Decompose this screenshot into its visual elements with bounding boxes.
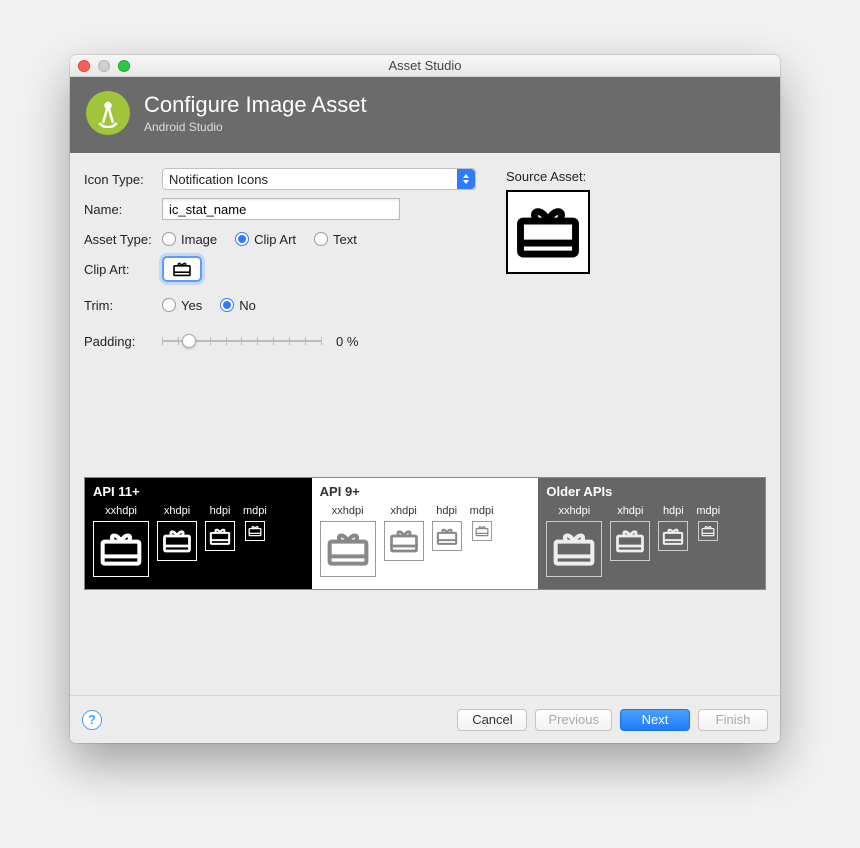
trim-no-radio[interactable]: No — [220, 298, 256, 313]
asset-type-image-radio[interactable]: Image — [162, 232, 217, 247]
icon-type-label: Icon Type: — [84, 172, 162, 187]
source-asset-label: Source Asset: — [506, 169, 766, 184]
preview-icon-box — [245, 521, 265, 541]
size-label: mdpi — [696, 505, 720, 517]
preview-icon-box — [432, 521, 462, 551]
finish-button[interactable]: Finish — [698, 709, 768, 731]
trim-label: Trim: — [84, 298, 162, 313]
radio-label: Clip Art — [254, 232, 296, 247]
panel-title: API 11+ — [93, 484, 304, 499]
asset-type-label: Asset Type: — [84, 232, 162, 247]
window-title: Asset Studio — [70, 58, 780, 73]
clipart-picker-button[interactable] — [162, 256, 202, 282]
preview-icon-box — [546, 521, 602, 577]
preview-icon-box — [472, 521, 492, 541]
asset-type-clipart-radio[interactable]: Clip Art — [235, 232, 296, 247]
preview-icon-box — [658, 521, 688, 551]
gift-icon — [515, 203, 581, 261]
select-arrows-icon — [457, 169, 475, 189]
gift-icon — [172, 261, 192, 277]
size-label: hdpi — [658, 505, 688, 517]
size-label: mdpi — [470, 505, 494, 517]
cancel-button[interactable]: Cancel — [457, 709, 527, 731]
preview-icon-box — [93, 521, 149, 577]
previous-button[interactable]: Previous — [535, 709, 612, 731]
dialog-window: Asset Studio Configure Image Asset Andro… — [70, 55, 780, 743]
dialog-header: Configure Image Asset Android Studio — [70, 77, 780, 153]
size-label: mdpi — [243, 505, 267, 517]
preview-icon-box — [157, 521, 197, 561]
clipart-label: Clip Art: — [84, 262, 162, 277]
preview-panel-older: Older APIs xxhdpi xhdpi hdpi — [538, 478, 765, 589]
dialog-body: Icon Type: Notification Icons Name: Asse… — [70, 153, 780, 695]
name-label: Name: — [84, 202, 162, 217]
android-studio-logo-icon — [86, 91, 130, 135]
preview-icon-box — [205, 521, 235, 551]
trim-yes-radio[interactable]: Yes — [162, 298, 202, 313]
radio-label: Yes — [181, 298, 202, 313]
size-label: hdpi — [432, 505, 462, 517]
next-button[interactable]: Next — [620, 709, 690, 731]
radio-label: No — [239, 298, 256, 313]
radio-label: Text — [333, 232, 357, 247]
source-asset-preview — [506, 190, 590, 274]
panel-title: Older APIs — [546, 484, 757, 499]
size-label: xxhdpi — [546, 505, 602, 517]
icon-type-select[interactable]: Notification Icons — [162, 168, 476, 190]
preview-panels: API 11+ xxhdpi xhdpi hdpi md — [84, 477, 766, 590]
size-label: xhdpi — [157, 505, 197, 517]
dialog-title: Configure Image Asset — [144, 92, 367, 118]
preview-panel-api11: API 11+ xxhdpi xhdpi hdpi md — [85, 478, 312, 589]
preview-icon-box — [610, 521, 650, 561]
size-label: xxhdpi — [93, 505, 149, 517]
size-label: xhdpi — [610, 505, 650, 517]
padding-slider[interactable] — [162, 334, 322, 348]
radio-label: Image — [181, 232, 217, 247]
preview-icon-box — [320, 521, 376, 577]
padding-label: Padding: — [84, 334, 162, 349]
dialog-subtitle: Android Studio — [144, 120, 367, 134]
size-label: xhdpi — [384, 505, 424, 517]
asset-type-text-radio[interactable]: Text — [314, 232, 357, 247]
padding-value: 0 % — [336, 334, 358, 349]
dialog-footer: ? Cancel Previous Next Finish — [70, 695, 780, 743]
titlebar: Asset Studio — [70, 55, 780, 77]
panel-title: API 9+ — [320, 484, 531, 499]
size-label: hdpi — [205, 505, 235, 517]
preview-panel-api9: API 9+ xxhdpi xhdpi hdpi mdp — [312, 478, 539, 589]
slider-thumb-icon — [182, 334, 196, 348]
preview-icon-box — [698, 521, 718, 541]
name-field[interactable] — [162, 198, 400, 220]
icon-type-value: Notification Icons — [169, 172, 268, 187]
size-label: xxhdpi — [320, 505, 376, 517]
help-button[interactable]: ? — [82, 710, 102, 730]
preview-icon-box — [384, 521, 424, 561]
